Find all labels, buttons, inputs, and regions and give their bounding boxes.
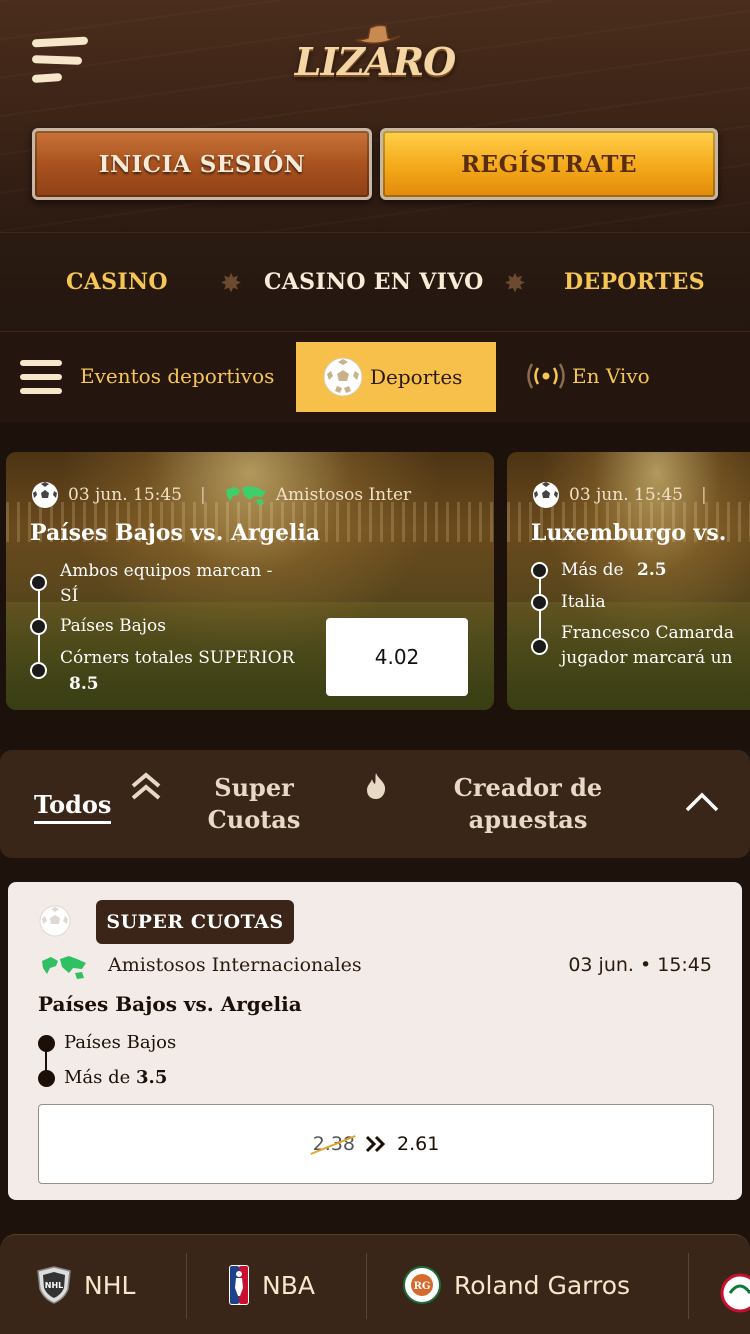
svg-text:RG: RG bbox=[414, 1281, 431, 1292]
soccer-ball-icon bbox=[323, 357, 363, 397]
selection-line-1: Francesco Camarda bbox=[561, 623, 735, 643]
liga-mx-logo-icon[interactable] bbox=[720, 1273, 750, 1313]
old-odds: 2.38 bbox=[312, 1133, 355, 1155]
roland-garros-logo-icon: RG bbox=[403, 1266, 441, 1304]
league-nhl[interactable]: NHL NHL bbox=[36, 1235, 135, 1334]
selection-dot bbox=[38, 1035, 55, 1052]
live-tab-label: En Vivo bbox=[572, 364, 650, 388]
star-divider-icon: ✸ bbox=[504, 269, 526, 299]
event-title: Luxemburgo vs. bbox=[531, 520, 727, 546]
selection-text: Francesco Camarda jugador marcará un bbox=[561, 621, 734, 671]
selection-text: Córners totales SUPERIOR bbox=[60, 648, 295, 668]
league-label: NHL bbox=[84, 1270, 136, 1300]
nav-casino-live[interactable]: CASINO EN VIVO bbox=[264, 269, 484, 295]
super-odds-badge: SUPER CUOTAS bbox=[96, 900, 294, 944]
event-title: Países Bajos vs. Argelia bbox=[30, 520, 321, 546]
star-divider-icon: ✸ bbox=[220, 269, 242, 299]
event-meta: 03 jun. 15:45 | Amistosos Inter bbox=[30, 480, 411, 510]
league-shortcuts: NHL NHL NBA RG Roland Garros bbox=[0, 1234, 750, 1334]
cowboy-hat-icon bbox=[355, 24, 401, 44]
filter-bet-creator[interactable]: Creador de apuestas bbox=[440, 772, 616, 836]
selection-text: Más de 2.5 bbox=[561, 558, 667, 583]
filter-creator-line2: apuestas bbox=[468, 805, 588, 834]
selection-dot bbox=[38, 1070, 55, 1087]
sports-tab-label: Deportes bbox=[370, 365, 463, 389]
main-menu-icon[interactable] bbox=[31, 36, 90, 86]
filter-super-line1: Super bbox=[214, 773, 294, 802]
filter-creator-line1: Creador de bbox=[453, 773, 603, 802]
broadcast-icon bbox=[527, 363, 565, 389]
selection-dot bbox=[30, 618, 47, 635]
event-date: 03 jun. 15:45 bbox=[68, 485, 183, 505]
super-odds-card[interactable]: SUPER CUOTAS Amistosos Internacionales 0… bbox=[8, 882, 742, 1200]
nba-logo-icon bbox=[229, 1265, 249, 1305]
filter-super-cuotas[interactable]: Super Cuotas bbox=[204, 772, 304, 836]
header: LIZARO INICIA SESIÓN REGÍSTRATE bbox=[0, 0, 750, 232]
register-button[interactable]: REGÍSTRATE bbox=[380, 128, 718, 200]
world-map-icon bbox=[42, 956, 86, 979]
sports-menu-icon[interactable] bbox=[20, 358, 62, 396]
flame-icon bbox=[367, 773, 386, 799]
event-date: 03 jun. • 15:45 bbox=[568, 954, 712, 976]
event-meta: 03 jun. 15:45 | bbox=[531, 480, 707, 510]
top-nav: CASINO ✸ CASINO EN VIVO ✸ DEPORTES bbox=[0, 232, 750, 332]
selection-label: Más de bbox=[561, 560, 624, 580]
double-chevron-up-icon bbox=[131, 772, 161, 800]
new-odds: 2.61 bbox=[397, 1133, 440, 1155]
selection-dot bbox=[531, 594, 548, 611]
featured-events[interactable]: 03 jun. 15:45 | Amistosos Inter Países B… bbox=[0, 422, 750, 750]
nav-sports[interactable]: DEPORTES bbox=[564, 269, 705, 295]
odds-button[interactable]: 4.02 bbox=[326, 618, 468, 696]
event-title: Países Bajos vs. Argelia bbox=[38, 992, 302, 1016]
selection-line-1: Ambos equipos marcan - bbox=[60, 561, 273, 581]
selection-line-2: jugador marcará un bbox=[561, 648, 733, 668]
world-map-icon bbox=[225, 486, 266, 505]
soccer-ball-icon bbox=[32, 482, 58, 508]
event-date: 03 jun. 15:45 bbox=[569, 485, 684, 505]
selection-label: Más de bbox=[64, 1067, 131, 1088]
selection-text: Italia bbox=[561, 592, 606, 612]
selection-value: 3.5 bbox=[136, 1067, 168, 1088]
selection-text: Países Bajos bbox=[64, 1032, 177, 1053]
soccer-ball-icon bbox=[533, 482, 559, 508]
meta-divider: | bbox=[200, 485, 206, 505]
league-label: NBA bbox=[262, 1270, 315, 1300]
league-divider bbox=[366, 1253, 367, 1319]
selection-value: 2.5 bbox=[637, 560, 667, 580]
selection-dot bbox=[30, 574, 47, 591]
login-button[interactable]: INICIA SESIÓN bbox=[32, 128, 372, 200]
nhl-shield-icon: NHL bbox=[37, 1266, 71, 1304]
filter-all[interactable]: Todos bbox=[34, 790, 112, 824]
league-roland-garros[interactable]: RG Roland Garros bbox=[402, 1235, 630, 1334]
filter-super-line2: Cuotas bbox=[207, 805, 301, 834]
filter-tabs bbox=[0, 750, 750, 858]
selection-value: 8.5 bbox=[69, 674, 99, 694]
meta-divider: | bbox=[701, 485, 707, 505]
selection-dot bbox=[531, 562, 548, 579]
event-league: Amistosos Inter bbox=[275, 485, 412, 505]
selection-text: Países Bajos bbox=[60, 616, 167, 636]
league-divider bbox=[186, 1253, 187, 1319]
selection-text: Ambos equipos marcan - SÍ bbox=[60, 559, 272, 609]
lizaro-logo[interactable]: LIZARO bbox=[295, 24, 456, 98]
svg-text:NHL: NHL bbox=[45, 1281, 64, 1290]
selection-text: Más de 3.5 bbox=[64, 1067, 167, 1088]
double-chevron-right-icon bbox=[365, 1135, 386, 1153]
league-label: Roland Garros bbox=[454, 1270, 631, 1300]
selection-dot bbox=[30, 662, 47, 679]
selection-dot bbox=[531, 638, 548, 655]
league-divider bbox=[688, 1253, 689, 1319]
live-tab[interactable]: En Vivo bbox=[526, 362, 650, 390]
sports-tab[interactable]: Deportes bbox=[296, 342, 496, 412]
league-nba[interactable]: NBA bbox=[228, 1235, 315, 1334]
chevron-up-icon[interactable] bbox=[684, 790, 720, 814]
soccer-ball-icon bbox=[39, 905, 71, 937]
boosted-odds-button[interactable]: 2.38 2.61 bbox=[38, 1104, 714, 1184]
events-link[interactable]: Eventos deportivos bbox=[80, 364, 274, 388]
nav-casino[interactable]: CASINO bbox=[66, 269, 168, 295]
event-card[interactable]: 03 jun. 15:45 | Amistosos Inter Países B… bbox=[6, 452, 494, 710]
league-name: Amistosos Internacionales bbox=[108, 954, 362, 976]
event-card[interactable]: 03 jun. 15:45 | Luxemburgo vs. Más de 2.… bbox=[507, 452, 750, 710]
selection-line-2: SÍ bbox=[60, 586, 79, 606]
